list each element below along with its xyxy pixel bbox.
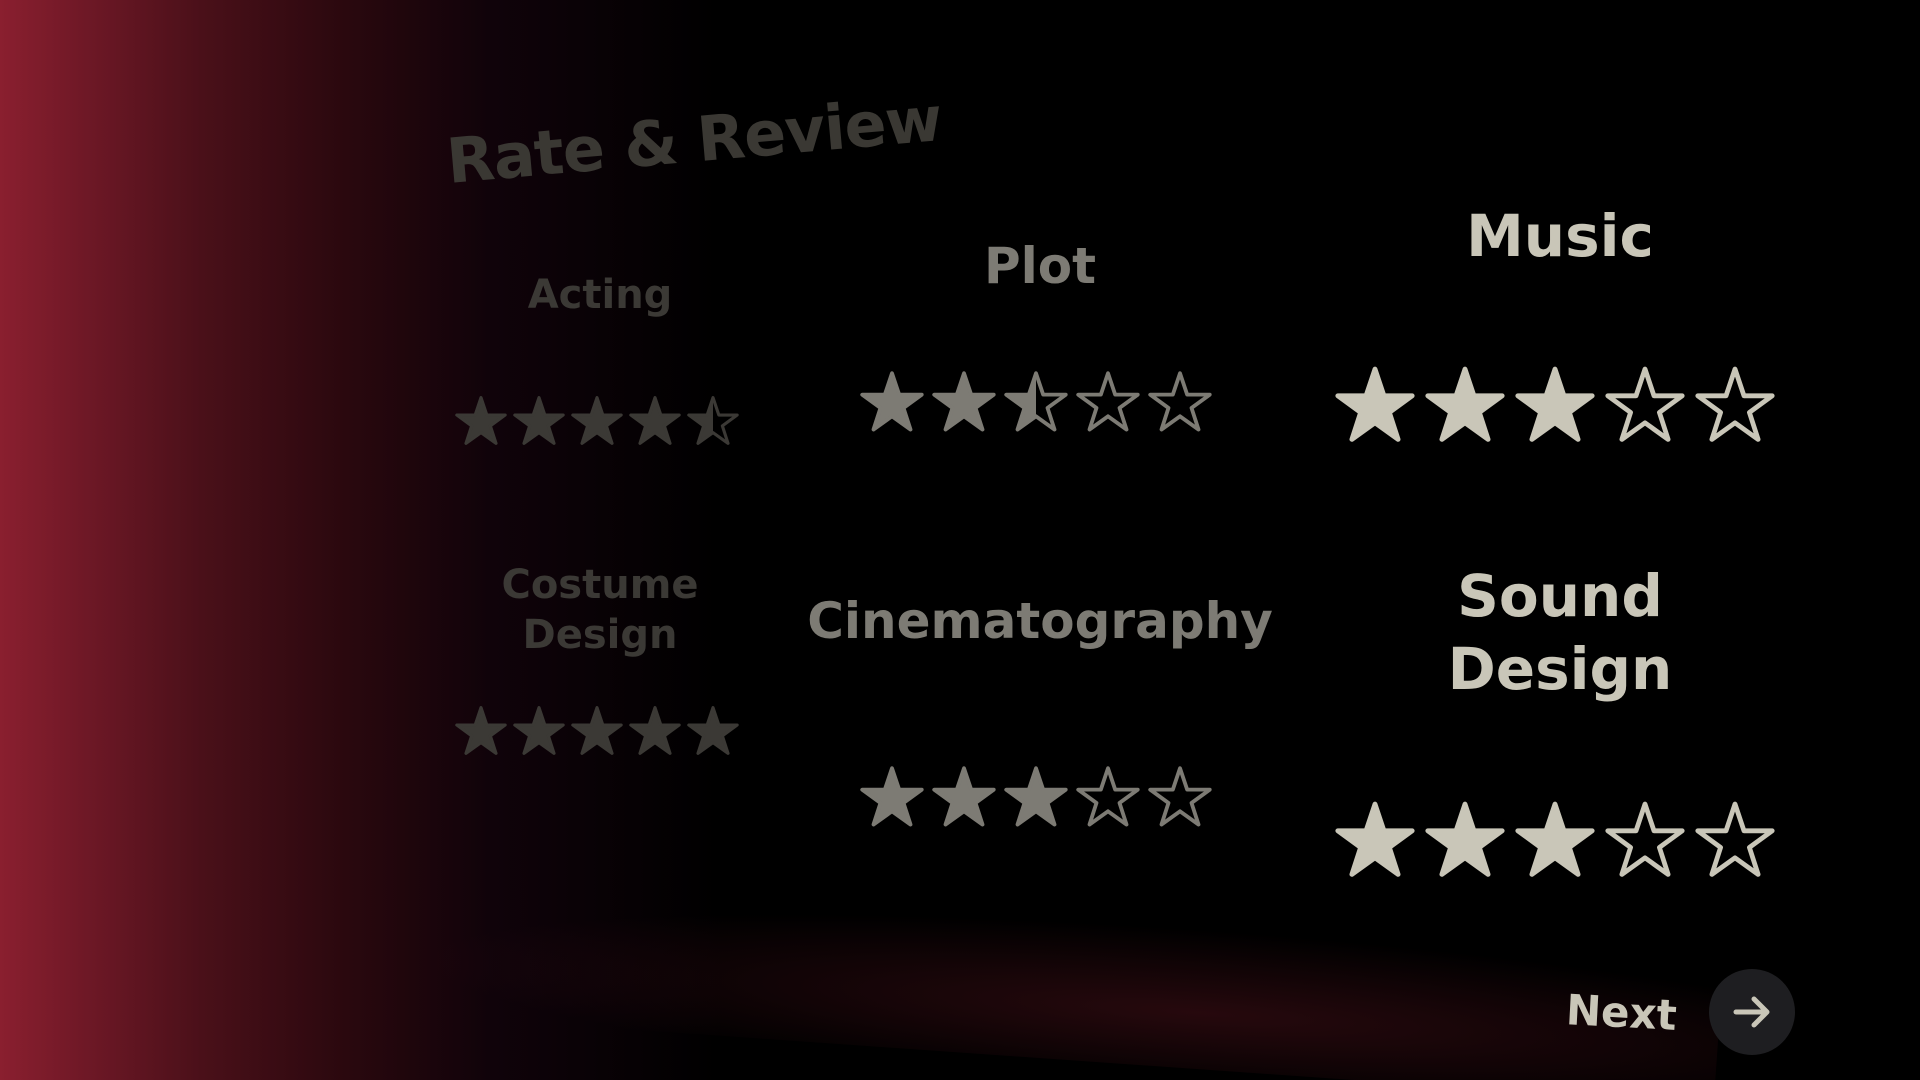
star-icon[interactable]	[1076, 765, 1140, 829]
star-icon[interactable]	[1335, 365, 1415, 445]
star-icon[interactable]	[860, 765, 924, 829]
star-icon[interactable]	[1148, 765, 1212, 829]
rate-review-screen: Rate & Review Acting Plot Music Costume …	[0, 0, 1920, 1080]
star-icon[interactable]	[687, 395, 739, 447]
star-icon[interactable]	[1605, 365, 1685, 445]
rating-cell-acting: Acting	[450, 270, 750, 447]
category-label: Music	[1466, 202, 1654, 270]
star-icon[interactable]	[1425, 365, 1505, 445]
star-icon[interactable]	[455, 395, 507, 447]
rating-cell-sound-design: Sound Design	[1310, 560, 1810, 880]
star-rating[interactable]	[1335, 365, 1785, 445]
star-icon[interactable]	[1004, 370, 1068, 434]
star-icon[interactable]	[513, 705, 565, 757]
star-icon[interactable]	[571, 705, 623, 757]
star-icon[interactable]	[571, 395, 623, 447]
star-icon[interactable]	[1515, 800, 1595, 880]
star-icon[interactable]	[513, 395, 565, 447]
category-label: Acting	[527, 272, 673, 318]
star-icon[interactable]	[1425, 800, 1505, 880]
star-icon[interactable]	[1605, 800, 1685, 880]
star-rating[interactable]	[455, 705, 745, 757]
star-icon[interactable]	[932, 370, 996, 434]
star-icon[interactable]	[1004, 765, 1068, 829]
rating-cell-music: Music	[1310, 200, 1810, 445]
arrow-right-icon	[1733, 996, 1770, 1028]
next-control: Next	[1565, 969, 1795, 1055]
category-label: Cinematography	[807, 592, 1273, 650]
star-icon[interactable]	[455, 705, 507, 757]
star-rating[interactable]	[455, 395, 745, 447]
star-icon[interactable]	[1695, 800, 1775, 880]
star-icon[interactable]	[1695, 365, 1775, 445]
star-rating[interactable]	[1335, 800, 1785, 880]
rating-panel: Rate & Review Acting Plot Music Costume …	[420, 70, 1840, 1030]
next-button[interactable]	[1709, 969, 1795, 1055]
star-icon[interactable]	[932, 765, 996, 829]
next-label[interactable]: Next	[1565, 985, 1678, 1040]
rating-cell-costume-design: Costume Design	[450, 560, 750, 757]
page-title: Rate & Review	[443, 82, 945, 198]
star-icon[interactable]	[629, 395, 681, 447]
rating-cell-plot: Plot	[840, 235, 1240, 434]
star-icon[interactable]	[1148, 370, 1212, 434]
category-label: Plot	[983, 237, 1097, 295]
star-rating[interactable]	[860, 370, 1220, 434]
star-rating[interactable]	[860, 765, 1220, 829]
category-label: Costume Design	[501, 562, 699, 658]
star-icon[interactable]	[860, 370, 924, 434]
category-label: Sound Design	[1447, 562, 1673, 703]
star-icon[interactable]	[687, 705, 739, 757]
star-icon[interactable]	[1076, 370, 1140, 434]
star-icon[interactable]	[1515, 365, 1595, 445]
star-icon[interactable]	[1335, 800, 1415, 880]
rating-cell-cinematography: Cinematography	[807, 590, 1273, 829]
star-icon[interactable]	[629, 705, 681, 757]
